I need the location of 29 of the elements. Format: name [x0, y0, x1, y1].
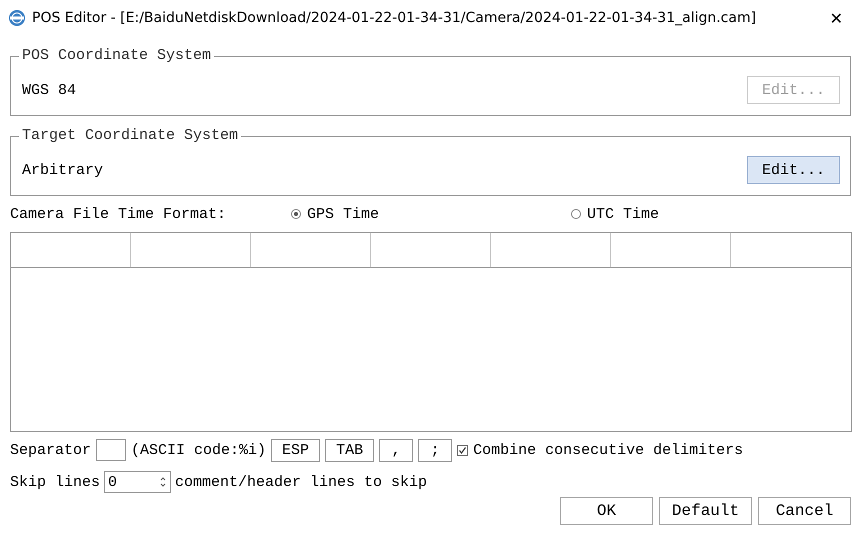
coordinate-system-value: WGS 84 [22, 82, 76, 98]
radio-label[interactable]: GPS Time [307, 206, 380, 222]
radio-button[interactable] [291, 209, 301, 219]
spin-arrows-icon[interactable] [159, 475, 168, 489]
radio-button[interactable] [571, 209, 581, 219]
group-title: Target Coordinate System [19, 127, 242, 145]
dialog-button[interactable]: OK [560, 497, 653, 525]
checkbox-label[interactable]: Combine consecutive delimiters [473, 442, 744, 458]
separator-button[interactable]: TAB [325, 438, 374, 462]
radio-label[interactable]: UTC Time [587, 206, 660, 222]
ascii-code-hint: (ASCII code:%i) [131, 442, 266, 458]
dialog-button[interactable]: Default [659, 497, 752, 525]
separator-button[interactable]: ; [418, 438, 452, 462]
skip-lines-field[interactable]: 0 [104, 471, 172, 493]
skip-lines-hint: comment/header lines to skip [175, 474, 428, 490]
time-format-label: Camera File Time Format: [10, 206, 228, 222]
close-button[interactable]: ✕ [820, 8, 853, 28]
separator-label: Separator [10, 442, 92, 458]
window-title: POS Editor - [E:/BaiduNetdiskDownload/2024-01-22-01-34-31/Camera/2024-01-22-01-34-31_align.cam] [32, 10, 758, 26]
separator-button[interactable]: ESP [271, 438, 320, 462]
app-logo-icon [8, 9, 26, 27]
edit-button[interactable]: Edit... [747, 156, 840, 184]
skip-lines-label: Skip lines [10, 474, 100, 490]
separator-field[interactable] [96, 439, 126, 461]
coordinate-system-value: Arbitrary [22, 162, 104, 178]
separator-button[interactable]: , [379, 438, 414, 462]
group-title: POS Coordinate System [19, 47, 214, 65]
dialog-button[interactable]: Cancel [758, 497, 851, 525]
checkbox[interactable] [457, 444, 468, 456]
